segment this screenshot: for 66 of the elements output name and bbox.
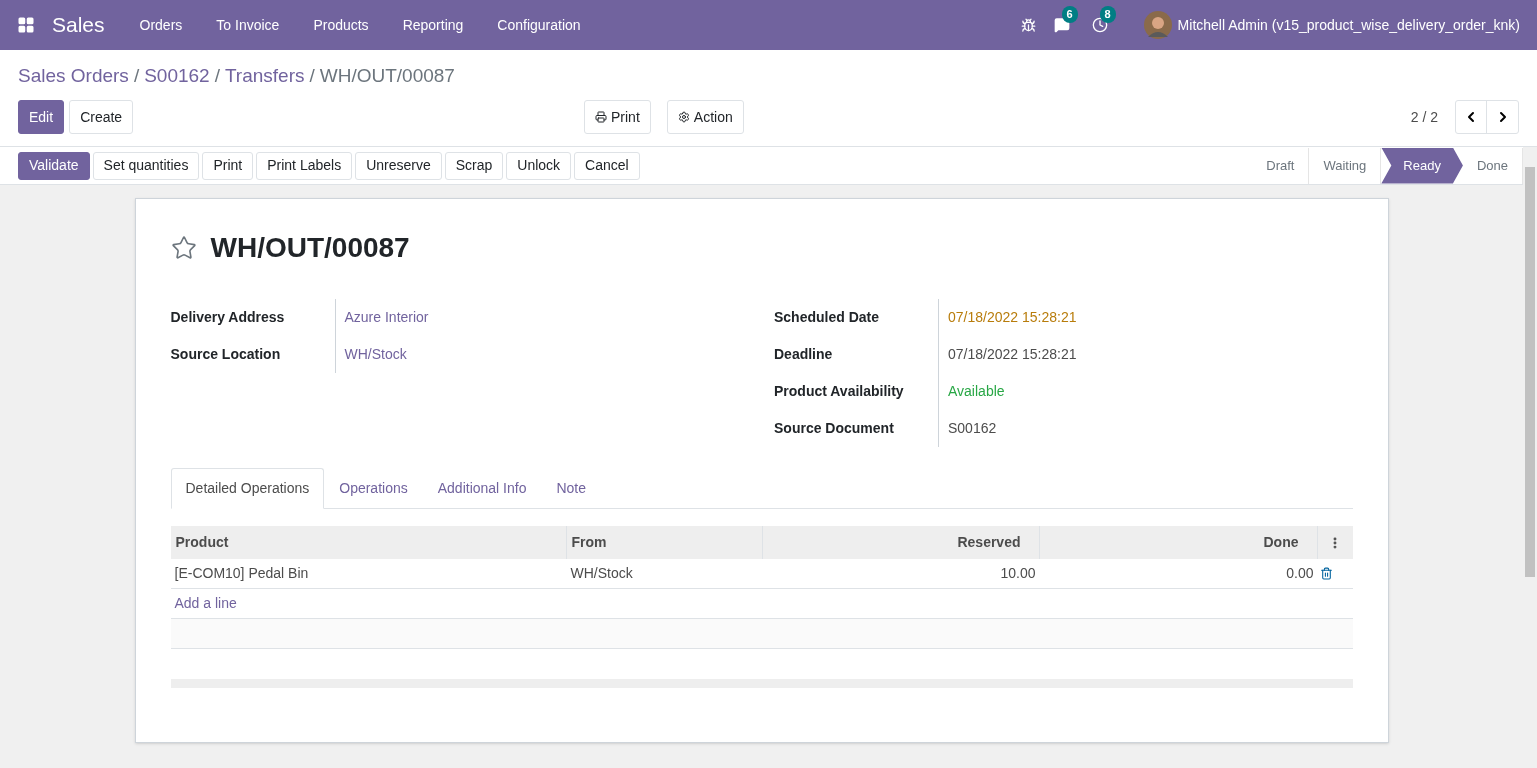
gear-icon: [677, 111, 690, 123]
column-header[interactable]: Reserved: [762, 526, 1040, 559]
field-label: Delivery Address: [170, 299, 336, 336]
field-value: Available: [947, 382, 1006, 401]
menu-item[interactable]: Configuration: [480, 14, 598, 36]
breadcrumb: WH/OUT/00087: [319, 63, 455, 88]
activity-count-badge: 8: [1099, 6, 1116, 23]
header-button[interactable]: Print: [202, 151, 254, 180]
menu-item[interactable]: Reporting: [385, 14, 481, 36]
breadcrumb[interactable]: S00162: [144, 61, 210, 91]
field-label: Product Availability: [774, 373, 939, 410]
edit-button[interactable]: Edit: [18, 100, 65, 134]
printer-icon: [595, 111, 607, 123]
table-cell-text: WH/Stock: [569, 564, 634, 583]
breadcrumb-separator: /: [309, 63, 315, 88]
field-label: Source Location: [170, 336, 336, 373]
tab[interactable]: Note: [541, 468, 602, 509]
breadcrumb-separator: /: [214, 63, 220, 88]
add-line-link[interactable]: Add a line: [170, 593, 241, 614]
field-value: 07/18/2022 15:28:21: [947, 345, 1078, 364]
table-cell-text: 10.00: [999, 564, 1037, 583]
menu-item[interactable]: Orders: [122, 14, 200, 36]
field-value[interactable]: Azure Interior: [335, 299, 749, 336]
clock-icon[interactable]: [1091, 17, 1108, 33]
field-label: Source Document: [774, 410, 939, 447]
column-header[interactable]: Done: [1039, 526, 1318, 559]
tab[interactable]: Detailed Operations: [170, 468, 325, 509]
record-title: WH/OUT/00087: [210, 231, 410, 265]
app-name[interactable]: Sales: [52, 9, 105, 41]
apps-menu-icon[interactable]: [17, 16, 35, 34]
trash-icon[interactable]: [1319, 567, 1333, 580]
tab[interactable]: Additional Info: [422, 468, 542, 509]
header-button[interactable]: Print Labels: [256, 151, 353, 180]
column-header[interactable]: From: [566, 526, 763, 559]
tab[interactable]: Operations: [324, 468, 423, 509]
field-label: Deadline: [774, 336, 939, 373]
user-name[interactable]: Mitchell Admin (v15_product_wise_delivery_order_knk): [1177, 14, 1520, 36]
header-button[interactable]: Unlock: [506, 151, 572, 180]
header-button[interactable]: Unreserve: [355, 151, 442, 180]
breadcrumb[interactable]: Transfers: [224, 61, 305, 91]
breadcrumb[interactable]: Sales Orders: [18, 61, 129, 91]
bug-icon[interactable]: [1020, 17, 1036, 33]
action-dropdown-button[interactable]: Action: [666, 100, 744, 134]
status-stage[interactable]: Ready: [1381, 147, 1463, 184]
validate-button[interactable]: Validate: [18, 151, 90, 180]
status-stage[interactable]: Waiting: [1309, 147, 1382, 184]
message-count-badge: 6: [1061, 6, 1078, 23]
star-icon[interactable]: [170, 235, 197, 261]
field-label: Scheduled Date: [774, 299, 939, 336]
field-value: 07/18/2022 15:28:21: [947, 308, 1078, 327]
status-stage[interactable]: Draft: [1252, 147, 1310, 184]
print-dropdown-button[interactable]: Print: [584, 100, 651, 134]
column-header[interactable]: Product: [170, 526, 567, 559]
avatar[interactable]: [1143, 11, 1172, 39]
table-cell-text: [E-COM10] Pedal Bin: [173, 564, 310, 583]
header-button[interactable]: Set quantities: [92, 151, 200, 180]
table-cell-text: 0.00: [1285, 564, 1315, 583]
header-button[interactable]: Cancel: [574, 151, 640, 180]
menu-item[interactable]: Products: [296, 14, 386, 36]
create-button[interactable]: Create: [69, 100, 134, 134]
header-button[interactable]: Scrap: [444, 151, 504, 180]
menu-item[interactable]: To Invoice: [199, 14, 297, 36]
breadcrumb-separator: /: [133, 63, 140, 88]
field-value: S00162: [947, 419, 998, 438]
field-value[interactable]: WH/Stock: [335, 336, 749, 373]
pager-value[interactable]: 2 / 2: [1410, 106, 1438, 128]
